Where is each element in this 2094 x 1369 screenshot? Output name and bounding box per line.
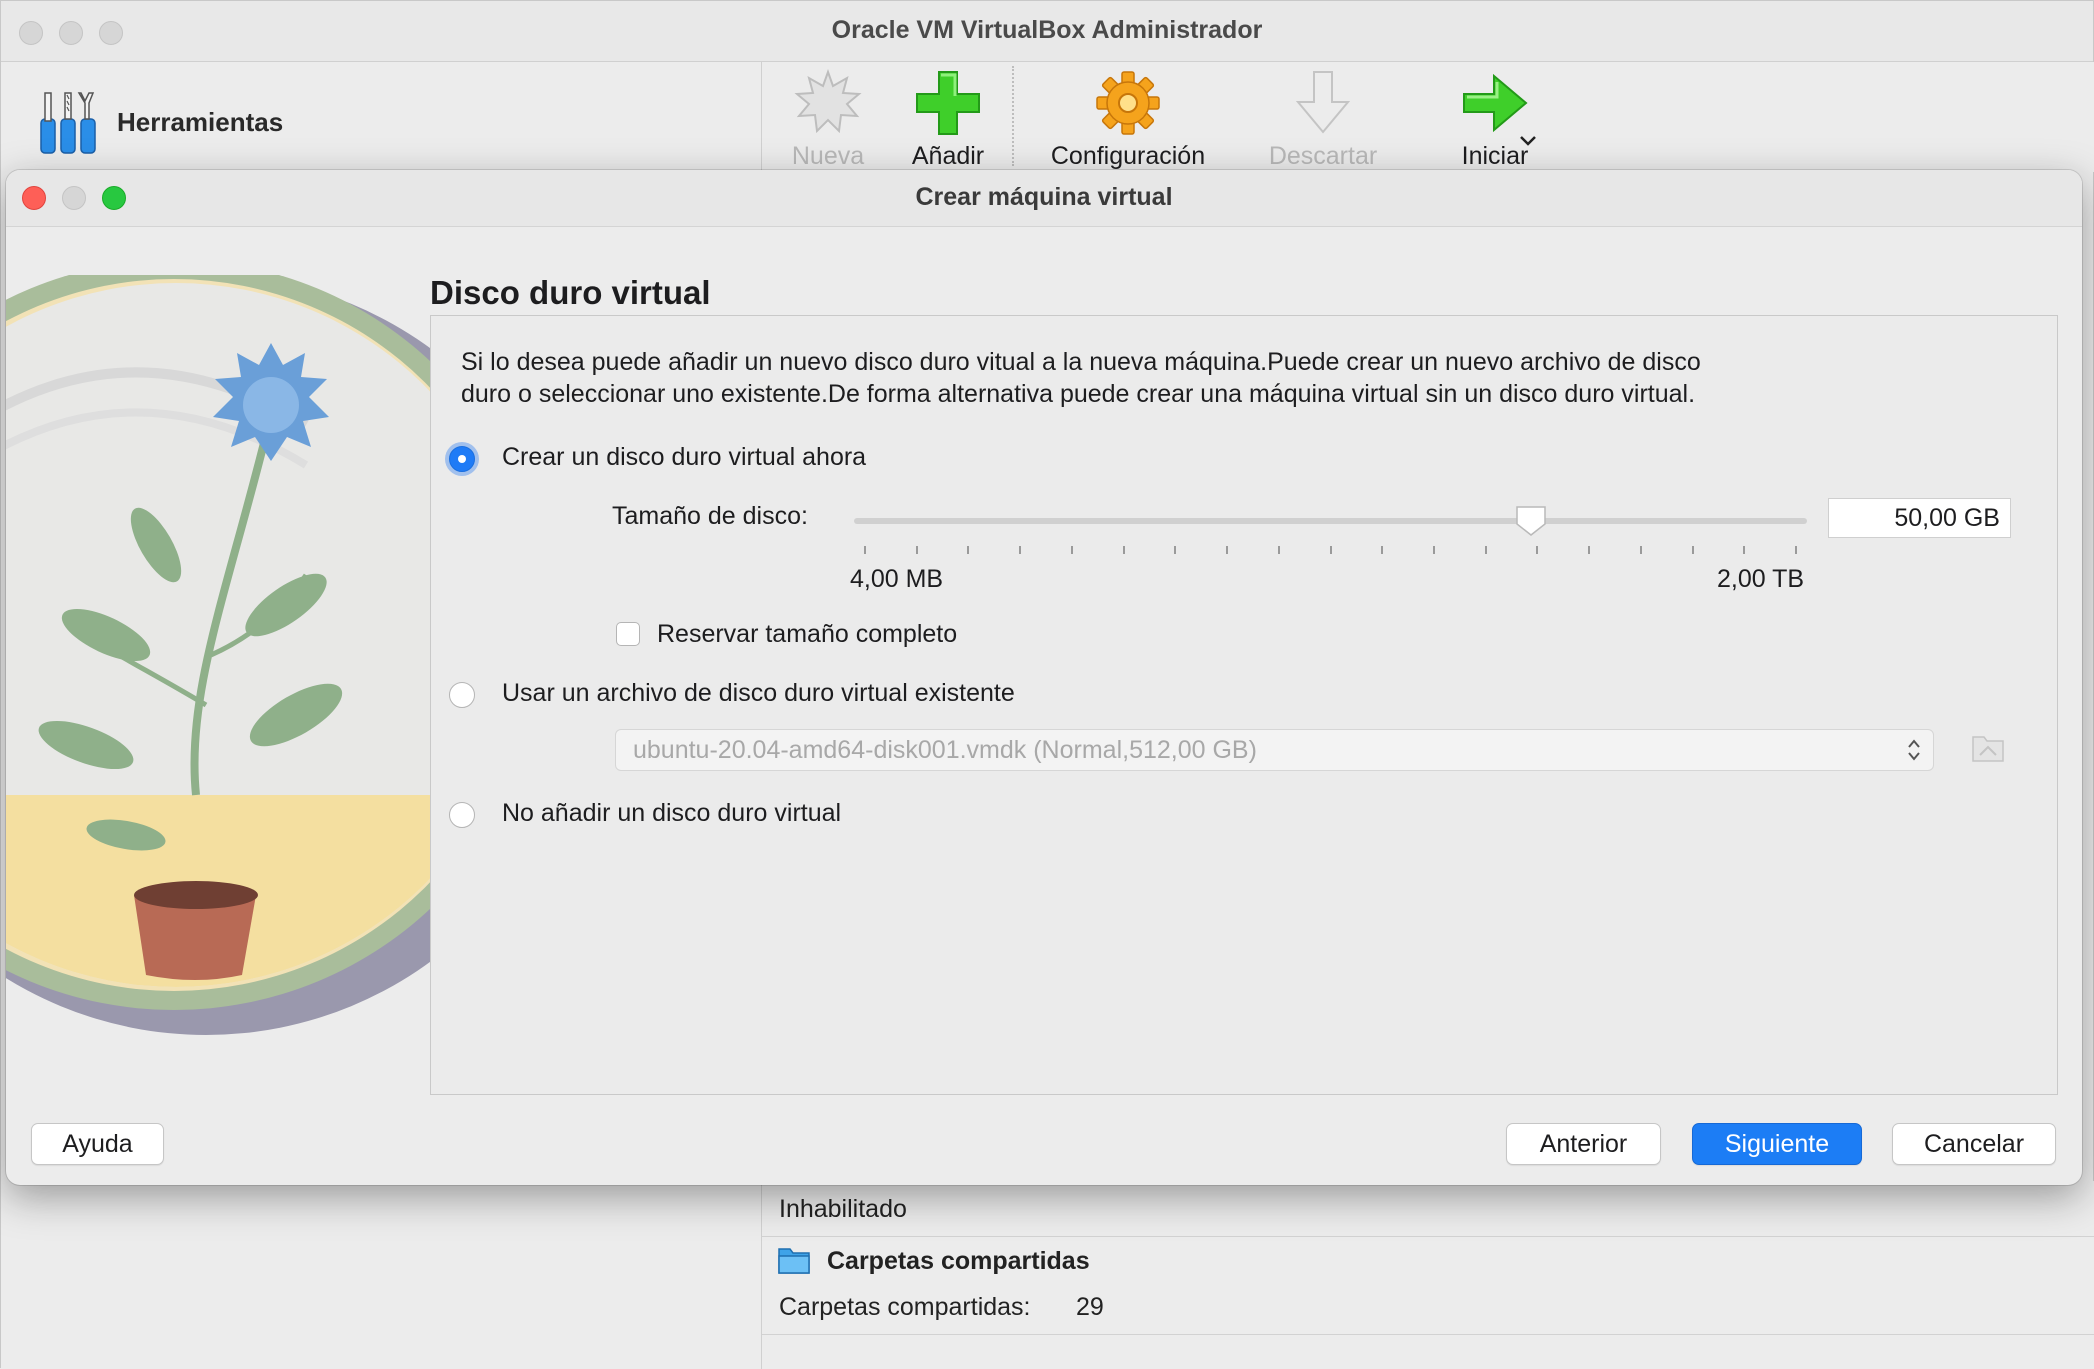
description-text: Si lo desea puede añadir un nuevo disco … — [461, 346, 1961, 410]
reserve-full-size-checkbox[interactable] — [616, 622, 640, 646]
discard-arrow-down-icon — [1295, 71, 1351, 134]
slider-tick — [1122, 546, 1125, 554]
slider-tick — [1639, 546, 1642, 554]
audio-status-text: Inhabilitado — [779, 1195, 907, 1223]
disk-size-slider-thumb[interactable] — [1514, 504, 1548, 538]
choose-disk-folder-icon[interactable] — [1970, 729, 2006, 765]
shared-folders-value: 29 — [1076, 1293, 1104, 1321]
shared-folder-icon — [778, 1248, 810, 1274]
create-disk-now-radio[interactable] — [449, 446, 475, 472]
description-line: duro o seleccionar uno existente.De form… — [461, 380, 1696, 408]
toolbar-separator — [1012, 66, 1014, 166]
dialog-title: Crear máquina virtual — [915, 183, 1173, 211]
options-panel: Si lo desea puede añadir un nuevo disco … — [430, 315, 2058, 1095]
slider-tick — [1226, 546, 1229, 554]
slider-tick — [1019, 546, 1022, 554]
disk-size-label: Tamaño de disco: — [612, 502, 808, 530]
use-existing-disk-radio[interactable] — [449, 682, 475, 708]
add-plus-icon — [916, 71, 980, 135]
divider — [762, 1334, 2094, 1335]
tools-label[interactable]: Herramientas — [117, 107, 283, 138]
no-disk-label[interactable]: No añadir un disco duro virtual — [502, 799, 841, 828]
start-label: Iniciar — [1461, 142, 1529, 170]
gear-icon — [1096, 71, 1160, 135]
slider-tick — [1588, 546, 1591, 554]
reserve-full-size-label[interactable]: Reservar tamaño completo — [657, 620, 957, 649]
slider-tick — [1743, 546, 1746, 554]
next-button[interactable]: Siguiente — [1692, 1123, 1862, 1165]
discard-label: Descartar — [1268, 142, 1378, 170]
back-button[interactable]: Anterior — [1506, 1123, 1661, 1165]
slider-tick — [1432, 546, 1435, 554]
help-button[interactable]: Ayuda — [31, 1123, 164, 1165]
existing-disk-select[interactable]: ubuntu-20.04-amd64-disk001.vmdk (Normal,… — [615, 729, 1934, 771]
slider-max-label: 2,00 TB — [1717, 565, 1805, 593]
start-menu-chevron-down-icon[interactable] — [1518, 134, 1538, 148]
slider-tick — [1536, 546, 1539, 554]
slider-tick — [1795, 546, 1797, 554]
use-existing-disk-label[interactable]: Usar un archivo de disco duro virtual ex… — [502, 679, 1015, 708]
disk-size-input[interactable]: 50,00 GB — [1828, 498, 2011, 538]
slider-tick — [1691, 546, 1694, 554]
divider — [762, 1236, 2094, 1237]
no-disk-radio[interactable] — [449, 802, 475, 828]
select-updown-icon — [1908, 739, 1920, 761]
main-window-title: Oracle VM VirtualBox Administrador — [831, 16, 1263, 44]
vm-details-pane: Inhabilitado Carpetas compartidas Carpet… — [762, 1181, 2094, 1369]
description-line: Si lo desea puede añadir un nuevo disco … — [461, 348, 1701, 376]
slider-tick — [1174, 546, 1177, 554]
new-vm-label: Nueva — [791, 142, 865, 170]
slider-tick — [1484, 546, 1487, 554]
tools-icon[interactable] — [39, 89, 99, 155]
settings-label: Configuración — [1050, 142, 1206, 170]
dialog-titlebar: Crear máquina virtual — [6, 170, 2082, 227]
disk-size-slider-track[interactable] — [854, 518, 1807, 524]
slider-tick — [1329, 546, 1332, 554]
slider-tick — [967, 546, 970, 554]
slider-tick — [864, 546, 866, 554]
slider-tick — [1381, 546, 1384, 554]
main-toolbar: Nueva Añadir Configuración Descartar Ini… — [762, 62, 2094, 172]
create-vm-dialog: Crear máquina virtual Disco duro virtual… — [6, 170, 2082, 1185]
slider-tick — [915, 546, 918, 554]
shared-folders-heading[interactable]: Carpetas compartidas — [827, 1247, 1090, 1276]
main-titlebar: Oracle VM VirtualBox Administrador — [1, 1, 2093, 62]
slider-tick — [1070, 546, 1073, 554]
slider-tick — [1277, 546, 1280, 554]
page-heading: Disco duro virtual — [430, 274, 711, 311]
existing-disk-select-value: ubuntu-20.04-amd64-disk001.vmdk (Normal,… — [633, 736, 1257, 764]
start-arrow-right-icon — [1463, 73, 1528, 133]
add-vm-label: Añadir — [911, 142, 985, 170]
cancel-button[interactable]: Cancelar — [1892, 1123, 2056, 1165]
slider-min-label: 4,00 MB — [850, 565, 944, 593]
shared-folders-key: Carpetas compartidas: — [779, 1293, 1031, 1321]
new-star-icon — [794, 69, 862, 134]
create-disk-now-label[interactable]: Crear un disco duro virtual ahora — [502, 443, 866, 472]
